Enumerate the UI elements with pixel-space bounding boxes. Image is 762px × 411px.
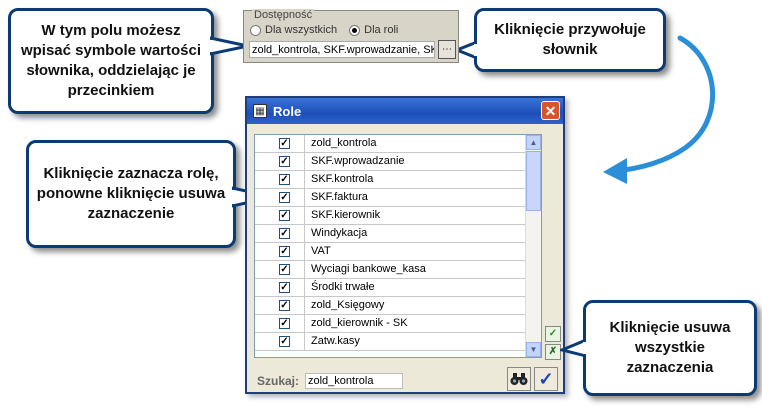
role-label: Środki trwałe [311,281,375,293]
role-label: SKF.wprowadzanie [311,155,405,167]
role-checkbox[interactable]: ✓ [279,210,290,221]
list-item[interactable]: ✓ Wyciagi bankowe_kasa [255,261,526,279]
role-label: Wyciagi bankowe_kasa [311,263,426,275]
list-item[interactable]: ✓ zold_kierownik - SK [255,315,526,333]
ok-button[interactable]: ✓ [534,367,558,391]
check-all-button[interactable]: ✓ [545,326,561,342]
list-item[interactable]: ✓ SKF.faktura [255,189,526,207]
role-checkbox[interactable]: ✓ [279,282,290,293]
list-scrollbar[interactable]: ▲ ▼ [525,135,541,357]
role-checkbox[interactable]: ✓ [279,192,290,203]
search-input[interactable]: zold_kontrola [305,373,403,389]
search-label: Szukaj: [257,374,300,388]
role-label: zold_kontrola [311,137,377,149]
role-checkbox[interactable]: ✓ [279,300,290,311]
list-item[interactable]: ✓ zold_kontrola [255,135,526,153]
role-label: SKF.faktura [311,191,368,203]
callout-clear-hint-text: Kliknięcie usuwa wszystkie zaznaczenia [609,319,731,376]
uncheck-icon: ✗ [548,346,558,357]
binoculars-icon [510,373,528,385]
availability-legend: Dostępność [252,9,315,21]
find-button[interactable] [507,367,531,391]
role-checkbox[interactable]: ✓ [279,336,290,347]
availability-options: Dla wszystkich Dla roli [250,24,398,36]
list-item[interactable]: ✓ Środki trwałe [255,279,526,297]
role-checkbox[interactable]: ✓ [279,246,290,257]
list-item[interactable]: ✓ SKF.wprowadzanie [255,153,526,171]
dictionary-button[interactable]: ⋯ [438,40,456,59]
scroll-down-icon[interactable]: ▼ [526,342,541,357]
list-item[interactable]: ✓ zold_Księgowy [255,297,526,315]
scroll-thumb[interactable] [526,151,541,211]
checkmark-icon: ✓ [538,368,554,389]
role-window-titlebar[interactable]: ▦ Role ✕ [247,98,563,124]
role-checkbox[interactable]: ✓ [279,318,290,329]
checkmark-icon: ✓ [548,328,558,339]
roles-value-field[interactable]: zold_kontrola, SKF.wprowadzanie, SKF [249,41,435,58]
role-label: Windykacja [311,227,368,239]
radio-role[interactable] [349,24,361,36]
list-item[interactable]: ✓ Windykacja [255,225,526,243]
role-window-title: Role [273,103,302,119]
list-item[interactable]: ✓ VAT [255,243,526,261]
availability-groupbox: Dostępność Dla wszystkich Dla roli zold_… [243,9,459,63]
role-checkbox[interactable]: ✓ [279,156,290,167]
role-label: Zatw.kasy [311,335,360,347]
callout-toggle-hint-text: Kliknięcie zaznacza rolę, ponowne klikni… [36,165,226,222]
callout-toggle-hint: Kliknięcie zaznacza rolę, ponowne klikni… [26,140,236,248]
role-checkbox[interactable]: ✓ [279,228,290,239]
role-list: ✓ zold_kontrola ✓ SKF.wprowadzanie ✓ SKF… [254,134,542,358]
uncheck-all-button[interactable]: ✗ [545,344,561,360]
radio-all[interactable] [250,24,261,36]
window-app-icon: ▦ [253,104,267,118]
close-button[interactable]: ✕ [541,101,560,120]
role-label: zold_Księgowy [311,299,385,311]
callout-clear-hint: Kliknięcie usuwa wszystkie zaznaczenia [583,300,757,396]
role-label: SKF.kontrola [311,173,374,185]
radio-all-label: Dla wszystkich [265,24,338,36]
role-label: zold_kierownik - SK [311,317,408,329]
callout-field-hint: W tym polu możesz wpisać symbole wartośc… [8,8,214,114]
role-checkbox[interactable]: ✓ [279,138,290,149]
callout-field-hint-text: W tym polu możesz wpisać symbole wartośc… [20,22,202,99]
list-item[interactable]: ✓ Zatw.kasy [255,333,526,351]
dots-icon: ⋯ [442,44,452,55]
role-checkbox[interactable]: ✓ [279,264,290,275]
close-icon: ✕ [544,103,557,119]
curved-arrow-icon [603,35,716,184]
role-label: SKF.kierownik [311,209,381,221]
radio-role-label: Dla roli [364,24,399,36]
callout-clear-pointer [560,338,586,358]
role-window: ▦ Role ✕ ✓ zold_kontrola ✓ SKF.wprowadza… [245,96,565,394]
list-item[interactable]: ✓ SKF.kierownik [255,207,526,225]
list-item[interactable]: ✓ SKF.kontrola [255,171,526,189]
scroll-up-icon[interactable]: ▲ [526,135,541,150]
role-label: VAT [311,245,331,257]
role-checkbox[interactable]: ✓ [279,174,290,185]
